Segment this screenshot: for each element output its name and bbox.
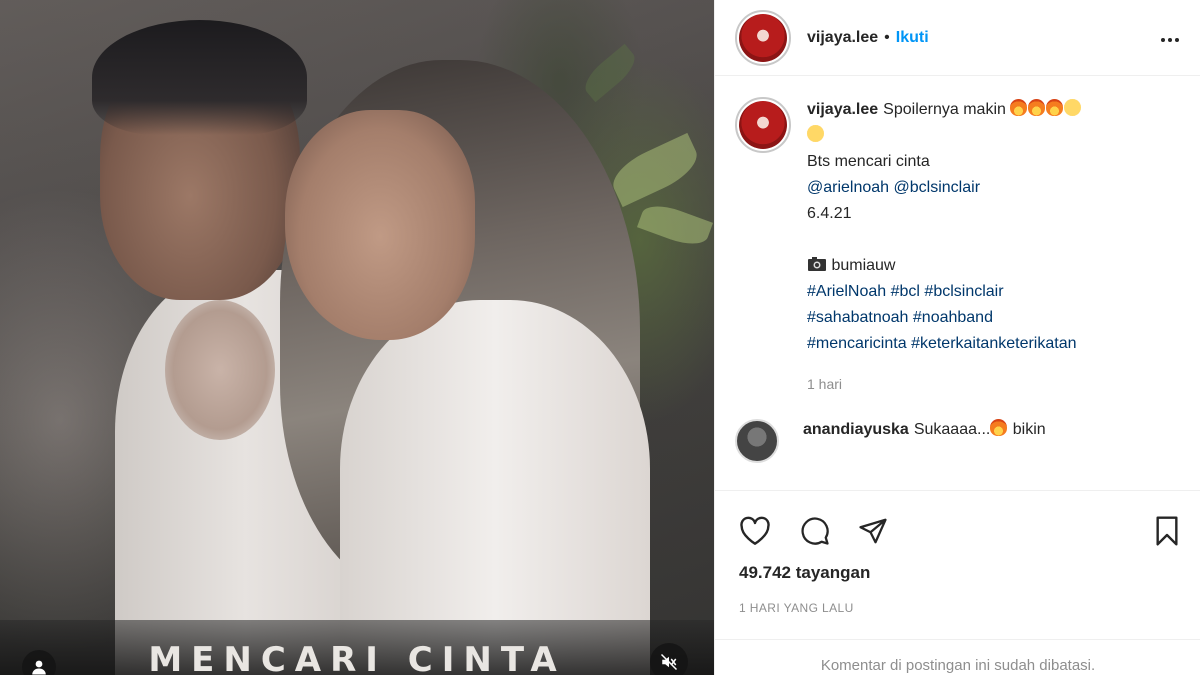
hand-on-shoulder	[165, 300, 275, 440]
caption-avatar[interactable]	[735, 97, 791, 153]
instagram-post-view: MENCARI CINTA vijaya.lee • Ikuti vijaya.…	[0, 0, 1200, 675]
caption-time[interactable]: 1 hari	[807, 371, 1082, 397]
view-count[interactable]: 49.742 tayangan	[739, 563, 870, 583]
more-options-button[interactable]	[1158, 28, 1182, 57]
comments-limited-notice: Komentar di postingan ini sudah dibatasi…	[715, 639, 1200, 675]
fire-emoji-icon	[1010, 99, 1028, 116]
comment-button[interactable]	[797, 513, 833, 549]
post-actions-area: 49.742 tayangan 1 HARI YANG LALU Komenta…	[715, 490, 1200, 674]
comment-icon	[801, 517, 829, 545]
heart-icon	[740, 516, 770, 545]
hashtag-arielnoah[interactable]: #ArielNoah	[807, 283, 886, 300]
post-video[interactable]: MENCARI CINTA	[0, 0, 714, 675]
hashtag-sahabatnoah[interactable]: #sahabatnoah	[807, 309, 908, 326]
woman-figure-body	[340, 300, 650, 675]
commenter-avatar[interactable]	[735, 419, 779, 463]
more-horizontal-icon	[1161, 38, 1179, 42]
caption-username[interactable]: vijaya.lee	[807, 101, 878, 118]
post-caption: vijaya.lee Spoilernya makin Bts mencari c…	[735, 97, 1180, 397]
man-figure-hair	[92, 20, 307, 135]
speaker-muted-icon	[660, 653, 678, 671]
like-button[interactable]	[737, 513, 773, 549]
woman-figure-face	[285, 110, 475, 340]
header-separator: •	[884, 28, 890, 46]
bookmark-icon	[1156, 516, 1178, 546]
hashtag-noahband[interactable]: #noahband	[913, 309, 993, 326]
fire-emoji-icon	[1046, 99, 1064, 116]
post-side-panel: vijaya.lee • Ikuti vijaya.lee Spoilernya …	[714, 0, 1200, 675]
post-timestamp[interactable]: 1 HARI YANG LALU	[739, 601, 854, 615]
mention-bclsinclair[interactable]: @bclsinclair	[894, 179, 980, 196]
hashtag-mencaricinta[interactable]: #mencaricinta	[807, 335, 907, 352]
comment-text: Sukaaaa...	[913, 421, 991, 438]
camera-icon	[808, 257, 826, 271]
author-avatar[interactable]	[735, 9, 791, 66]
video-overlay-title: MENCARI CINTA	[148, 640, 566, 675]
author-username[interactable]: vijaya.lee	[807, 29, 878, 47]
hashtag-bclsinclair[interactable]: #bclsinclair	[924, 283, 1003, 300]
comment-item: anandiayuska Sukaaaa... bikin	[735, 419, 1180, 463]
comment-body: anandiayuska Sukaaaa... bikin	[803, 419, 1046, 440]
avatar-image	[739, 13, 787, 62]
fire-emoji-icon	[990, 419, 1008, 436]
commenter-username[interactable]: anandiayuska	[803, 421, 909, 438]
follow-button[interactable]: Ikuti	[896, 29, 929, 47]
paper-plane-icon	[859, 518, 887, 544]
share-button[interactable]	[855, 513, 891, 549]
photo-credit: bumiauw	[831, 257, 896, 274]
hashtag-bcl[interactable]: #bcl	[891, 283, 920, 300]
grinning-face-emoji-icon	[807, 125, 824, 142]
smiling-face-with-hearts-emoji-icon	[1064, 99, 1082, 116]
caption-date: 6.4.21	[807, 205, 852, 222]
hashtag-keterkaitanketerikatan[interactable]: #keterkaitanketerikatan	[911, 335, 1076, 352]
caption-line2: Bts mencari cinta	[807, 153, 930, 170]
caption-body: vijaya.lee Spoilernya makin Bts mencari c…	[807, 97, 1082, 397]
post-header: vijaya.lee • Ikuti	[715, 0, 1200, 76]
mute-button[interactable]	[650, 643, 688, 675]
caption-text: Spoilernya makin	[883, 101, 1006, 118]
save-button[interactable]	[1149, 513, 1185, 549]
action-icons-row	[715, 491, 1200, 571]
mention-arielnoah[interactable]: @arielnoah	[807, 179, 889, 196]
user-icon	[32, 660, 46, 675]
fire-emoji-icon	[1028, 99, 1046, 116]
comments-list[interactable]: vijaya.lee Spoilernya makin Bts mencari c…	[735, 97, 1180, 485]
avatar-image	[739, 101, 787, 149]
comment-text-after: bikin	[1012, 421, 1046, 438]
